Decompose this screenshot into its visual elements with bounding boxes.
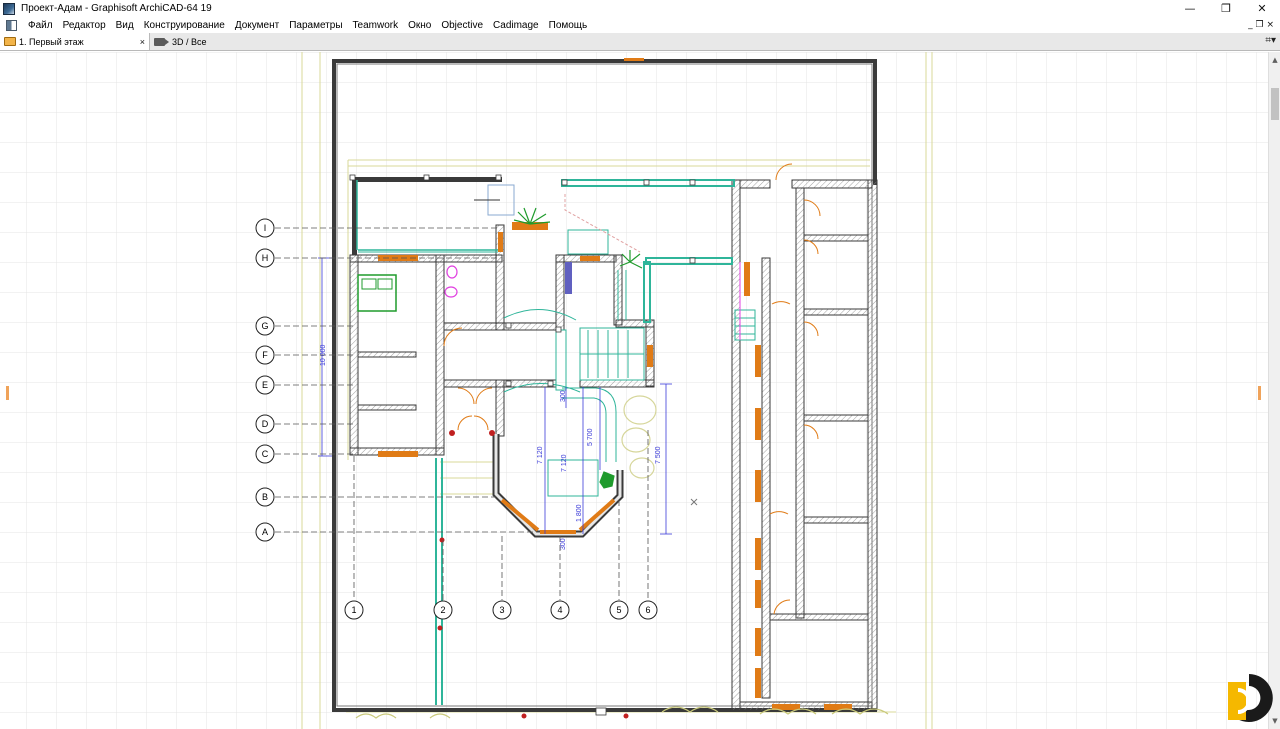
grid-bubble-row-g[interactable]: G xyxy=(255,316,275,336)
grid-bubble-row-c[interactable]: C xyxy=(255,444,275,464)
grid-bubble-row-d[interactable]: D xyxy=(255,414,275,434)
minimize-button[interactable]: — xyxy=(1172,0,1208,17)
archicad-app-icon xyxy=(3,2,15,15)
tab-first-floor[interactable]: 1. Первый этаж × xyxy=(0,33,150,50)
menu-cadimage[interactable]: Cadimage xyxy=(488,20,544,31)
folder-icon xyxy=(4,37,16,46)
grid-bubble-col-4[interactable]: 4 xyxy=(550,600,570,620)
restore-button[interactable]: ❐ xyxy=(1208,0,1244,17)
menu-design[interactable]: Конструирование xyxy=(139,20,230,31)
svg-text:A: A xyxy=(262,527,268,537)
document-menu-icon[interactable] xyxy=(6,19,17,31)
tab-first-floor-label: 1. Первый этаж xyxy=(19,36,84,47)
camera-icon xyxy=(154,37,169,46)
grid-bubble-col-6[interactable]: 6 xyxy=(638,600,658,620)
window-controls: — ❐ ✕ xyxy=(1172,0,1280,17)
floor-plan-canvas[interactable]: 10 000 7 120 7 120 5 700 7 500 1 800 300… xyxy=(0,52,1268,729)
archicad-window: Проект-Адам - Graphisoft ArchiCAD-64 19 … xyxy=(0,0,1280,729)
svg-text:G: G xyxy=(261,321,268,331)
svg-text:F: F xyxy=(262,350,268,360)
menu-objective[interactable]: Objective xyxy=(436,20,488,31)
floor-plan-drawing: 10 000 7 120 7 120 5 700 7 500 1 800 300… xyxy=(0,52,1268,729)
grid-bubble-row-i[interactable]: I xyxy=(255,218,275,238)
grid-bubble-row-e[interactable]: E xyxy=(255,375,275,395)
left-edge-marker xyxy=(6,386,9,400)
grid-bubble-row-f[interactable]: F xyxy=(255,345,275,365)
right-edge-marker xyxy=(1258,386,1261,400)
menu-options[interactable]: Параметры xyxy=(284,20,347,31)
grid-bubble-col-1[interactable]: 1 xyxy=(344,600,364,620)
dimension-5700: 5 700 xyxy=(587,428,594,446)
svg-text:B: B xyxy=(262,492,268,502)
grid-bubble-row-a[interactable]: A xyxy=(255,522,275,542)
background-grid xyxy=(0,52,1268,729)
close-button[interactable]: ✕ xyxy=(1244,0,1280,17)
dimension-7120-right: 7 120 xyxy=(561,454,568,472)
dimension-1800: 1 800 xyxy=(576,504,583,522)
brand-logo xyxy=(1228,674,1273,722)
menu-view[interactable]: Вид xyxy=(111,20,139,31)
svg-text:6: 6 xyxy=(645,605,650,615)
svg-text:1: 1 xyxy=(351,605,356,615)
svg-text:3: 3 xyxy=(499,605,504,615)
tab-options-icon[interactable]: ⌗▾ xyxy=(1265,35,1276,46)
menu-edit[interactable]: Редактор xyxy=(58,20,111,31)
scroll-thumb[interactable] xyxy=(1271,88,1279,120)
svg-text:4: 4 xyxy=(557,605,562,615)
tab-3d-all[interactable]: 3D / Все xyxy=(150,33,211,50)
grid-bubble-col-5[interactable]: 5 xyxy=(609,600,629,620)
svg-text:C: C xyxy=(262,449,269,459)
view-tab-bar: 1. Первый этаж × 3D / Все ⌗▾ xyxy=(0,33,1280,51)
dimension-7120-left: 7 120 xyxy=(537,446,544,464)
menu-bar: Файл Редактор Вид Конструирование Докуме… xyxy=(0,17,1280,33)
menu-teamwork[interactable]: Teamwork xyxy=(348,20,404,31)
svg-text:H: H xyxy=(262,253,269,263)
svg-text:D: D xyxy=(262,419,269,429)
menu-document[interactable]: Документ xyxy=(230,20,284,31)
grid-bubble-col-2[interactable]: 2 xyxy=(433,600,453,620)
menu-window[interactable]: Окно xyxy=(403,20,436,31)
document-window-controls[interactable]: _ ❐ × xyxy=(1248,17,1274,33)
vertical-scrollbar[interactable]: ▲ ▼ xyxy=(1268,52,1280,729)
dimension-300-bottom: 300 xyxy=(560,538,567,550)
svg-text:I: I xyxy=(264,223,267,233)
dimension-7500: 7 500 xyxy=(655,446,662,464)
dimension-300-top: 300 xyxy=(560,390,567,402)
svg-text:5: 5 xyxy=(616,605,621,615)
title-bar: Проект-Адам - Graphisoft ArchiCAD-64 19 … xyxy=(0,0,1280,17)
svg-text:E: E xyxy=(262,380,268,390)
svg-text:2: 2 xyxy=(440,605,445,615)
tab-3d-all-label: 3D / Все xyxy=(172,36,207,47)
tab-close-icon[interactable]: × xyxy=(140,37,145,47)
grid-bubble-row-h[interactable]: H xyxy=(255,248,275,268)
window-title: Проект-Адам - Graphisoft ArchiCAD-64 19 xyxy=(21,3,212,14)
menu-help[interactable]: Помощь xyxy=(544,20,593,31)
grid-bubble-row-b[interactable]: B xyxy=(255,487,275,507)
grid-bubble-col-3[interactable]: 3 xyxy=(492,600,512,620)
menu-file[interactable]: Файл xyxy=(23,20,58,31)
scroll-up-icon[interactable]: ▲ xyxy=(1269,54,1280,66)
